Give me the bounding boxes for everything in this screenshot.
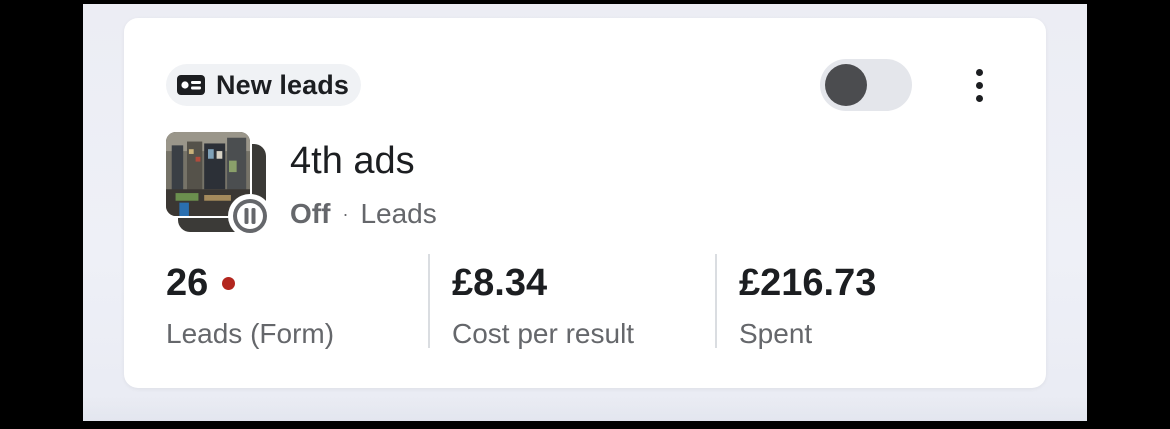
pause-icon [228,194,272,238]
ad-objective: Leads [360,198,437,229]
ad-name[interactable]: 4th ads [290,140,415,183]
metric-value: £8.34 [452,261,548,304]
chip-label: New leads [216,69,349,100]
metric-label: Cost per result [452,318,635,349]
ad-status-line: Off · Leads [290,198,437,230]
metric-value: 26 [166,258,334,308]
metric-label: Spent [739,318,813,349]
lead-card-icon [177,75,205,95]
ad-thumbnail[interactable] [164,130,272,238]
metric-leads[interactable]: 26 Leads (Form) [166,258,334,350]
new-results-indicator [222,276,236,290]
metric-value: £216.73 [739,261,877,304]
more-dot [975,81,983,89]
metric-label: Leads (Form) [166,318,335,349]
more-dot [975,68,983,76]
metric-divider [428,254,430,348]
ad-card[interactable]: New leads 4th ads Off · Leads 26 Leads (… [124,18,1046,388]
status-separator: · [342,203,349,224]
toggle-knob [825,64,867,106]
ad-status: Off [290,198,331,229]
metric-cost-per-result[interactable]: £8.34 Cost per result [452,258,634,350]
metric-spent[interactable]: £216.73 Spent [739,258,876,350]
more-options-icon[interactable] [959,64,999,106]
ad-on-off-toggle[interactable] [820,59,912,111]
new-leads-chip: New leads [166,64,361,106]
metric-divider [715,254,717,348]
leads-count: 26 [166,261,209,304]
more-dot [975,94,983,102]
next-card-edge [83,397,1087,421]
